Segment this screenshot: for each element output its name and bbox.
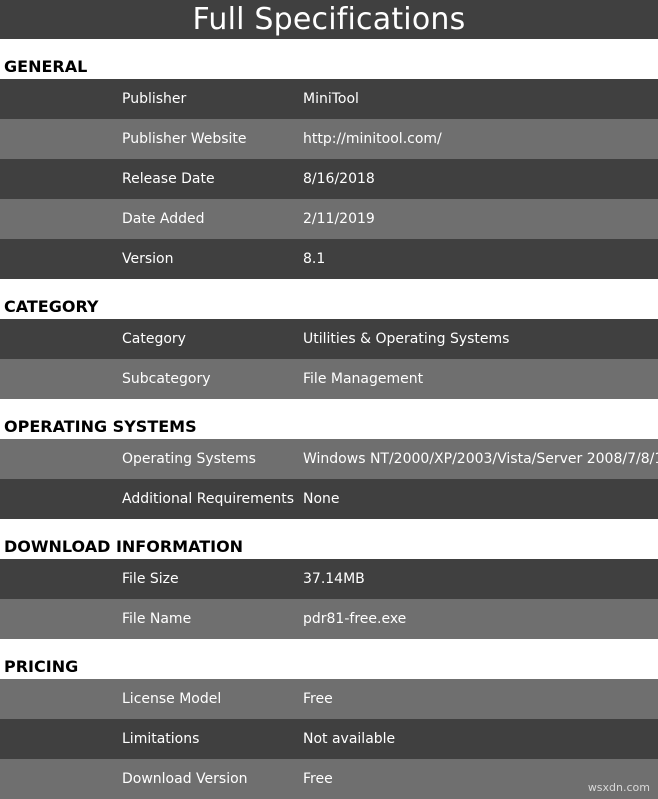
spec-label: Date Added: [122, 211, 205, 227]
spec-label: Version: [122, 251, 174, 267]
spec-label: Subcategory: [122, 371, 211, 387]
section-heading-general: GENERAL: [0, 39, 658, 79]
spec-value: Utilities & Operating Systems: [303, 331, 510, 347]
publisher-website-link[interactable]: http://minitool.com/: [303, 131, 442, 147]
spec-label: Release Date: [122, 171, 215, 187]
page-title: Full Specifications: [0, 0, 658, 39]
spec-value: Free: [303, 691, 333, 707]
spec-row-subcategory: Subcategory File Management: [0, 359, 658, 399]
spec-label: File Name: [122, 611, 192, 627]
spec-value: 2/11/2019: [303, 211, 375, 227]
spec-label: Additional Requirements: [122, 491, 295, 507]
watermark-text: wsxdn.com: [587, 781, 650, 794]
spec-label: Operating Systems: [122, 451, 256, 467]
spec-value: MiniTool: [303, 91, 359, 107]
spec-value: Not available: [303, 731, 396, 747]
spec-value: None: [303, 491, 340, 507]
spec-row-download-version: Download Version Free: [0, 759, 658, 799]
section-heading-pricing: PRICING: [0, 639, 658, 679]
section-heading-download-information: DOWNLOAD INFORMATION: [0, 519, 658, 559]
spec-label: License Model: [122, 691, 222, 707]
spec-row-limitations: Limitations Not available: [0, 719, 658, 759]
spec-label: Download Version: [122, 771, 248, 787]
spec-label: Limitations: [122, 731, 200, 747]
spec-row-publisher-website: Publisher Website http://minitool.com/: [0, 119, 658, 159]
spec-label: Publisher Website: [122, 131, 247, 147]
spec-value: Free: [303, 771, 333, 787]
spec-row-release-date: Release Date 8/16/2018: [0, 159, 658, 199]
spec-value: pdr81-free.exe: [303, 611, 407, 627]
spec-value: 37.14MB: [303, 571, 365, 587]
spec-row-additional-requirements: Additional Requirements None: [0, 479, 658, 519]
spec-label: File Size: [122, 571, 179, 587]
section-heading-category: CATEGORY: [0, 279, 658, 319]
spec-label: Publisher: [122, 91, 187, 107]
spec-value: File Management: [303, 371, 424, 387]
spec-row-file-size: File Size 37.14MB: [0, 559, 658, 599]
spec-value: 8.1: [303, 251, 326, 267]
spec-row-version: Version 8.1: [0, 239, 658, 279]
spec-label: Category: [122, 331, 186, 347]
spec-row-category: Category Utilities & Operating Systems: [0, 319, 658, 359]
specifications-page: Full Specifications GENERAL Publisher Mi…: [0, 0, 658, 799]
spec-value: 8/16/2018: [303, 171, 375, 187]
spec-row-publisher: Publisher MiniTool: [0, 79, 658, 119]
spec-row-file-name: File Name pdr81-free.exe: [0, 599, 658, 639]
spec-row-operating-systems: Operating Systems Windows NT/2000/XP/200…: [0, 439, 658, 479]
section-heading-operating-systems: OPERATING SYSTEMS: [0, 399, 658, 439]
spec-row-license-model: License Model Free: [0, 679, 658, 719]
spec-value: Windows NT/2000/XP/2003/Vista/Server 200…: [303, 451, 658, 467]
spec-row-date-added: Date Added 2/11/2019: [0, 199, 658, 239]
